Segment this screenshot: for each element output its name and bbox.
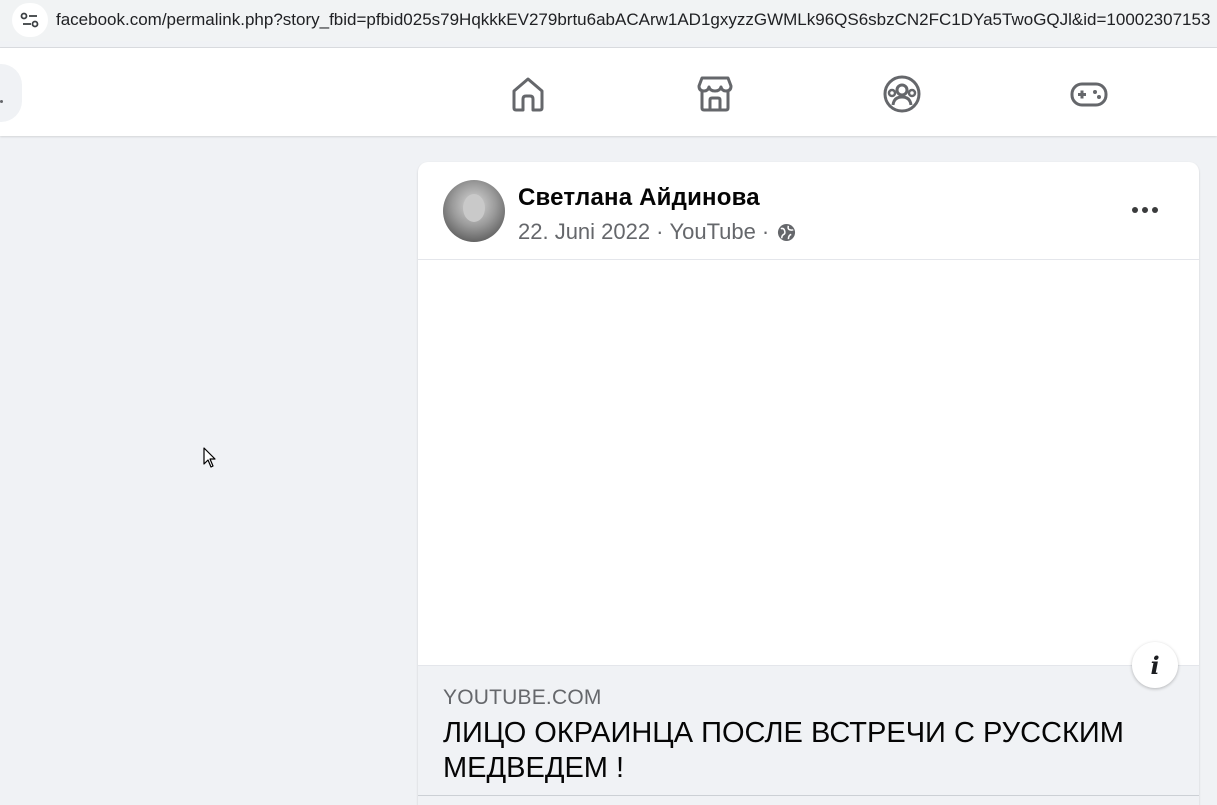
post-card: Светлана Айдинова 22. Juni 2022 · YouTub… — [418, 162, 1199, 805]
avatar[interactable] — [443, 180, 505, 242]
post-source: YouTube — [669, 219, 756, 244]
dot-icon — [1142, 207, 1148, 213]
browser-address-bar: facebook.com/permalink.php?story_fbid=pf… — [0, 0, 1217, 41]
meta-separator: · — [761, 219, 770, 244]
more-options-button[interactable] — [1127, 192, 1163, 228]
post-author-name[interactable]: Светлана Айдинова — [518, 184, 760, 212]
globe-icon — [777, 223, 796, 242]
meta-separator: · — [656, 219, 664, 244]
site-info-icon[interactable] — [12, 3, 48, 37]
url-text[interactable]: facebook.com/permalink.php?story_fbid=pf… — [56, 10, 1217, 30]
link-title[interactable]: ЛИЦО ОКРАИНЦА ПОСЛЕ ВСТРЕЧИ С РУССКИМ МЕ… — [443, 716, 1163, 786]
dot-icon — [1132, 207, 1138, 213]
link-preview[interactable]: YOUTUBE.COM ЛИЦО ОКРАИНЦА ПОСЛЕ ВСТРЕЧИ … — [418, 665, 1199, 805]
avatar-face — [463, 194, 485, 222]
marketplace-icon[interactable] — [691, 70, 739, 118]
video-embed-area[interactable] — [418, 260, 1199, 665]
back-arrow-icon — [0, 100, 3, 103]
divider — [418, 795, 1199, 796]
back-button[interactable] — [0, 64, 22, 122]
link-domain: YOUTUBE.COM — [443, 686, 602, 709]
groups-icon[interactable] — [878, 70, 926, 118]
post-date[interactable]: 22. Juni 2022 — [518, 219, 650, 245]
gaming-icon[interactable] — [1065, 70, 1113, 118]
info-icon[interactable]: i — [1132, 642, 1178, 688]
dot-icon — [1152, 207, 1158, 213]
post-meta: 22. Juni 2022 · YouTube · — [518, 219, 796, 245]
home-icon[interactable] — [504, 70, 552, 118]
mouse-cursor-icon — [203, 447, 216, 468]
facebook-top-nav — [0, 48, 1217, 136]
